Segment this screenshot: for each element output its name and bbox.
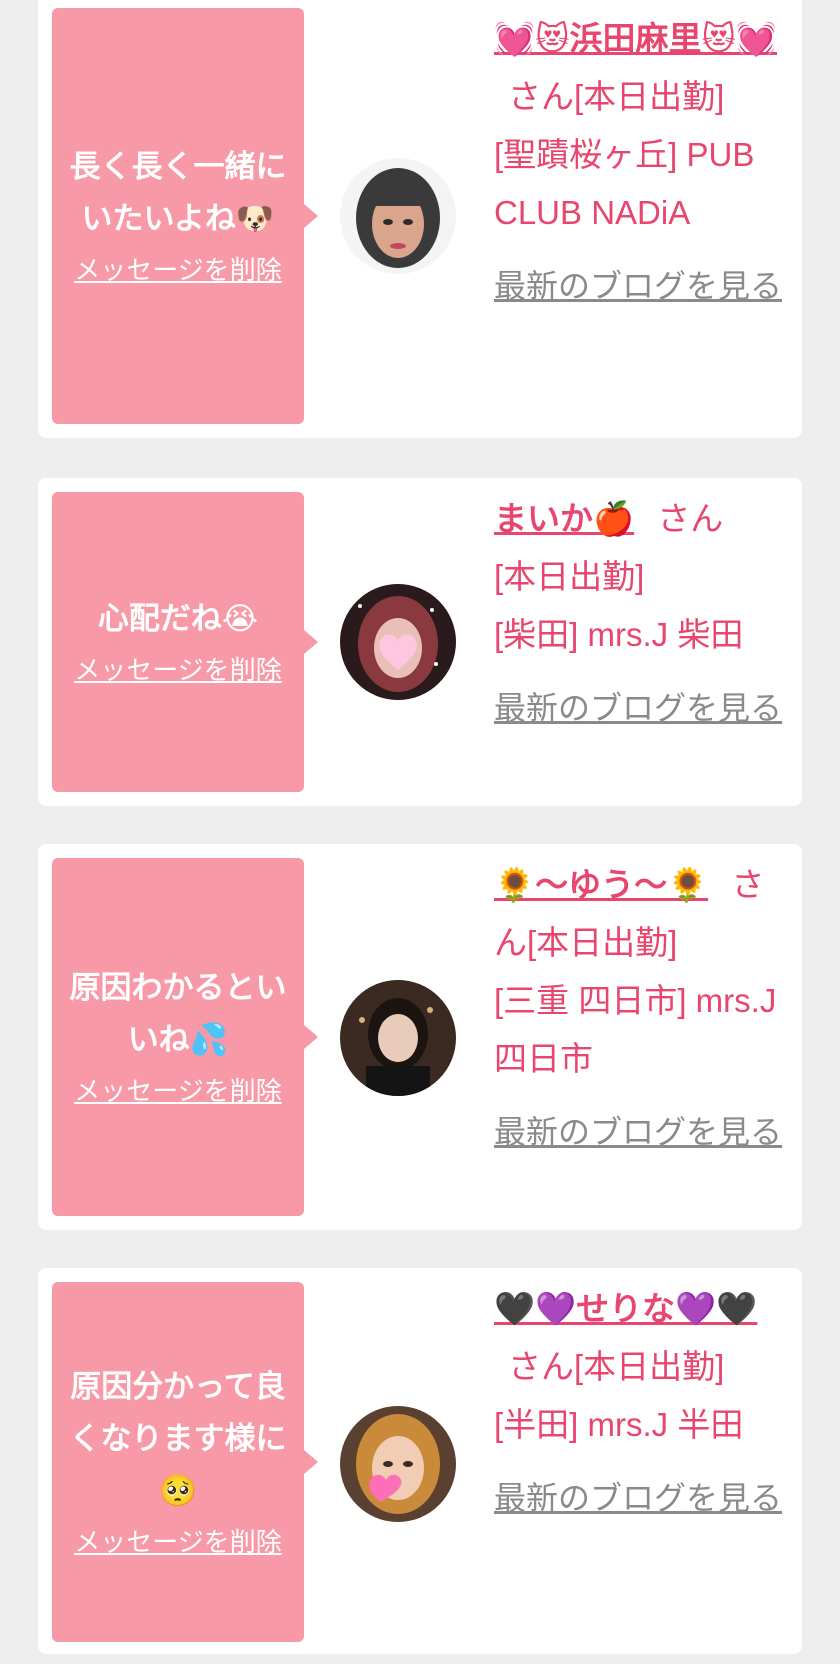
delete-message-link[interactable]: メッセージを削除	[74, 1523, 281, 1563]
cast-name-link[interactable]: 🖤💜せりな💜🖤	[494, 1290, 757, 1327]
latest-blog-link[interactable]: 最新のブログを見る	[494, 680, 784, 736]
cast-name-link[interactable]: まいか🍎	[494, 500, 634, 537]
honorific: さん	[508, 78, 574, 115]
honorific: さん	[657, 500, 724, 537]
work-status: [本日出勤]	[527, 924, 678, 961]
message-bubble: 原因分かって良 くなります様に 🥺 メッセージを削除	[52, 1282, 318, 1642]
cast-info: まいか🍎 さん [本日出勤] [柴田] mrs.J 柴田 最新のブログを見る	[494, 490, 784, 736]
delete-message-link[interactable]: メッセージを削除	[74, 1072, 281, 1112]
shop-name: [三重 四日市] mrs.J 四日市	[494, 982, 777, 1077]
message-card: 長く長く一緒に いたいよね🐶 メッセージを削除 💓😻浜田麻里😻💓 さん[本日出勤…	[38, 0, 802, 438]
work-status: [本日出勤]	[494, 558, 645, 595]
delete-message-link[interactable]: メッセージを削除	[74, 251, 281, 291]
message-text: 原因わかるとい いね💦	[69, 970, 287, 1058]
message-text: 長く長く一緒に いたいよね🐶	[69, 149, 287, 237]
message-bubble: 心配だね😭 メッセージを削除	[52, 492, 318, 792]
shop-name: [柴田] mrs.J 柴田	[494, 616, 744, 653]
latest-blog-link[interactable]: 最新のブログを見る	[494, 1470, 784, 1526]
message-bubble: 長く長く一緒に いたいよね🐶 メッセージを削除	[52, 8, 318, 424]
work-status: [本日出勤]	[574, 78, 725, 115]
honorific: さん	[508, 1348, 574, 1385]
shop-name: [聖蹟桜ヶ丘] PUB CLUB NADiA	[494, 136, 755, 231]
latest-blog-link[interactable]: 最新のブログを見る	[494, 258, 784, 314]
cast-info: 🖤💜せりな💜🖤 さん[本日出勤] [半田] mrs.J 半田 最新のブログを見る	[494, 1280, 784, 1526]
shop-name: [半田] mrs.J 半田	[494, 1406, 744, 1443]
avatar[interactable]	[340, 584, 456, 700]
message-card: 原因わかるとい いね💦 メッセージを削除 🌻〜ゆう〜🌻 さん[本日出勤] [三重…	[38, 844, 802, 1230]
message-card: 原因分かって良 くなります様に 🥺 メッセージを削除 🖤💜せりな💜🖤 さん[本日…	[38, 1268, 802, 1654]
avatar[interactable]	[340, 980, 456, 1096]
message-bubble: 原因わかるとい いね💦 メッセージを削除	[52, 858, 318, 1216]
message-text: 心配だね😭	[97, 601, 259, 637]
cast-name-link[interactable]: 🌻〜ゆう〜🌻	[494, 866, 708, 903]
cast-info: 💓😻浜田麻里😻💓 さん[本日出勤] [聖蹟桜ヶ丘] PUB CLUB NADiA…	[494, 10, 784, 314]
avatar[interactable]	[340, 158, 456, 274]
work-status: [本日出勤]	[574, 1348, 725, 1385]
message-list: 長く長く一緒に いたいよね🐶 メッセージを削除 💓😻浜田麻里😻💓 さん[本日出勤…	[0, 0, 840, 1664]
latest-blog-link[interactable]: 最新のブログを見る	[494, 1104, 784, 1160]
cast-info: 🌻〜ゆう〜🌻 さん[本日出勤] [三重 四日市] mrs.J 四日市 最新のブロ…	[494, 856, 784, 1160]
avatar[interactable]	[340, 1406, 456, 1522]
message-card: 心配だね😭 メッセージを削除 まいか🍎 さん [本日出勤] [柴田] mrs.J…	[38, 478, 802, 806]
cast-name-link[interactable]: 💓😻浜田麻里😻💓	[494, 20, 777, 57]
delete-message-link[interactable]: メッセージを削除	[74, 651, 281, 691]
message-text: 原因分かって良 くなります様に 🥺	[69, 1369, 287, 1509]
